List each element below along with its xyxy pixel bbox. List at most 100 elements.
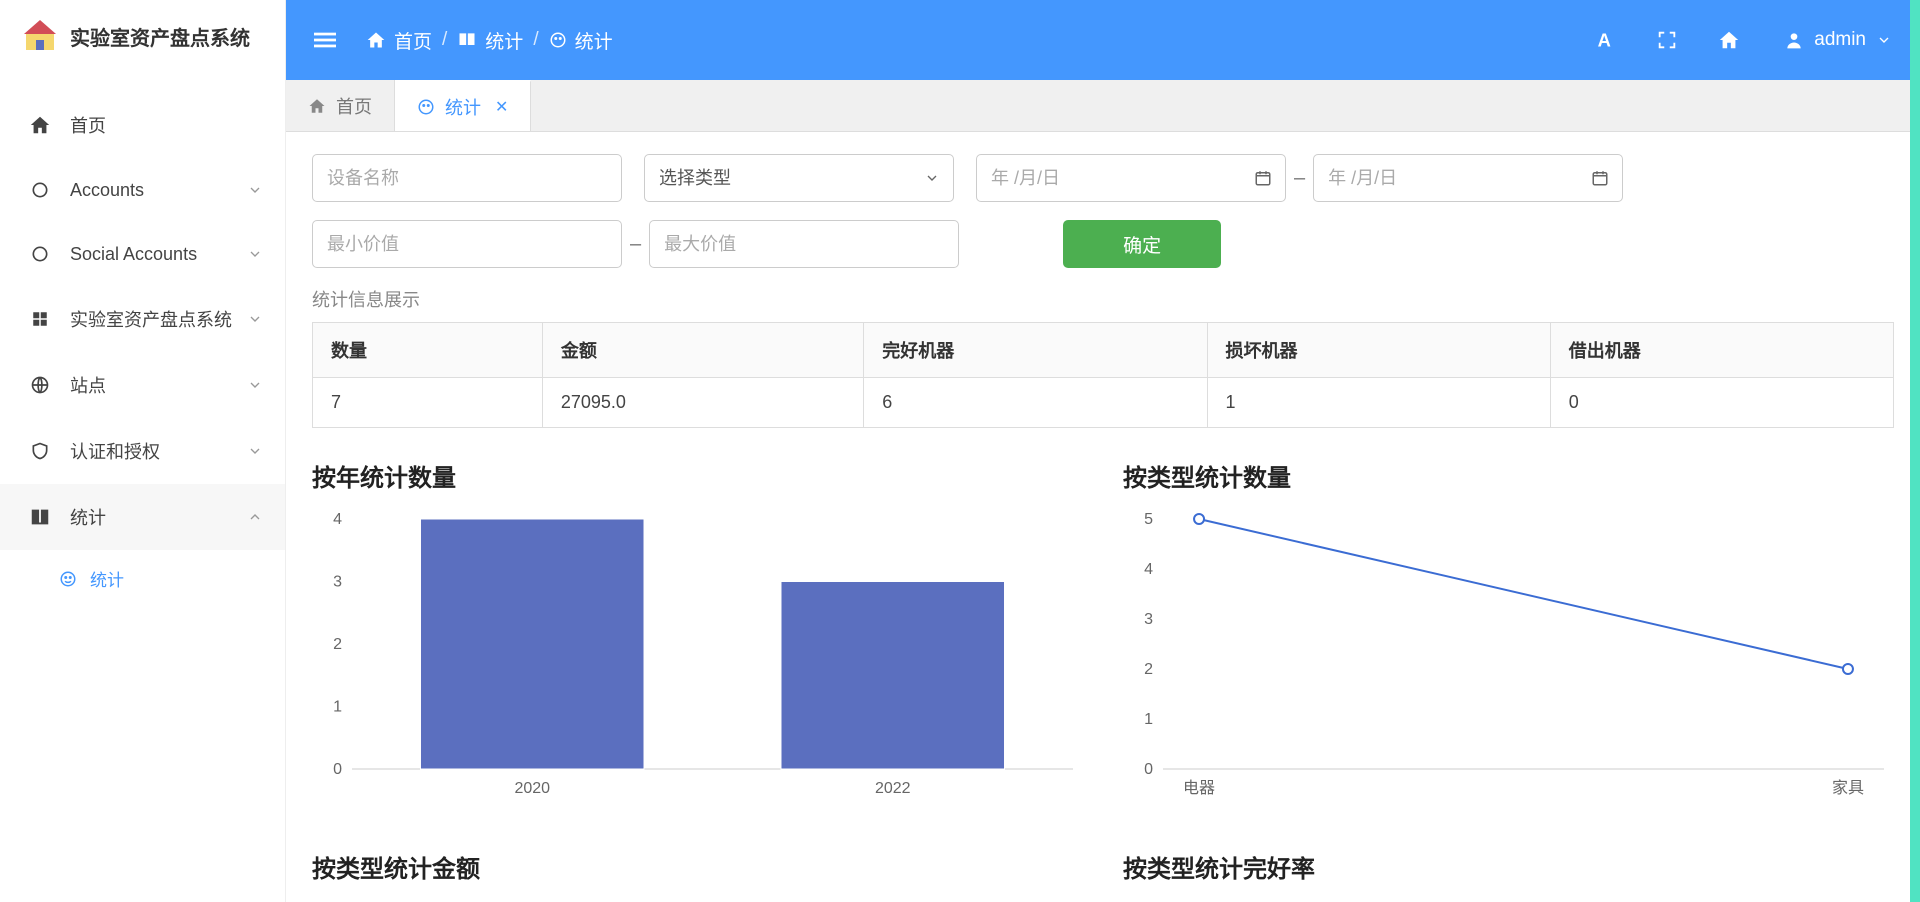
sidebar-item-auth[interactable]: 认证和授权 xyxy=(0,418,285,484)
sidebar-item-accounts[interactable]: Accounts xyxy=(0,158,285,222)
filter-row-2: – 确定 xyxy=(312,220,1894,268)
breadcrumb-group[interactable]: 统计 xyxy=(457,27,523,54)
chart-canvas: 012345电器家具 xyxy=(1123,509,1894,809)
breadcrumb-sep: / xyxy=(442,29,447,51)
svg-text:电器: 电器 xyxy=(1183,779,1215,797)
range-dash: – xyxy=(630,233,641,256)
app-logo-icon xyxy=(22,18,58,54)
chevron-down-icon xyxy=(1876,32,1892,48)
range-dash: – xyxy=(1294,167,1305,190)
date-to-input[interactable] xyxy=(1313,154,1623,202)
globe-icon xyxy=(28,373,52,397)
sidebar-item-label: Social Accounts xyxy=(70,244,197,265)
main-area: 首页 / 统计 / 统计 A xyxy=(286,0,1920,902)
submit-button[interactable]: 确定 xyxy=(1063,220,1221,268)
svg-text:1: 1 xyxy=(333,699,342,716)
svg-text:2020: 2020 xyxy=(514,780,550,797)
sidebar-item-label: 首页 xyxy=(70,112,106,138)
chevron-down-icon xyxy=(247,182,263,198)
sidebar-subitem-statistics[interactable]: 统计 xyxy=(0,550,285,607)
chart-by-year-qty: 按年统计数量 0123420202022 xyxy=(312,458,1083,809)
menu-toggle-icon[interactable] xyxy=(314,29,336,51)
type-select[interactable]: 选择类型 xyxy=(644,154,954,202)
chevron-down-icon xyxy=(247,311,263,327)
chart-title: 按类型统计完好率 xyxy=(1123,849,1894,884)
home-icon xyxy=(308,97,326,115)
td: 1 xyxy=(1207,378,1550,428)
chevron-down-icon xyxy=(247,443,263,459)
sidebar: 实验室资产盘点系统 首页 Accounts xyxy=(0,0,286,902)
svg-text:0: 0 xyxy=(333,761,342,778)
device-name-input[interactable] xyxy=(312,154,622,202)
face-icon xyxy=(58,569,78,589)
fullscreen-icon[interactable] xyxy=(1656,29,1678,51)
sidebar-item-social-accounts[interactable]: Social Accounts xyxy=(0,222,285,286)
sidebar-item-statistics[interactable]: 统计 xyxy=(0,484,285,550)
chevron-down-icon xyxy=(247,246,263,262)
logo-area: 实验室资产盘点系统 xyxy=(0,0,285,72)
breadcrumb: 首页 / 统计 / 统计 xyxy=(366,27,613,54)
content: 选择类型 – xyxy=(286,132,1920,902)
sidebar-item-lab-assets[interactable]: 实验室资产盘点系统 xyxy=(0,286,285,352)
svg-text:0: 0 xyxy=(1144,761,1153,778)
sidebar-item-label: 实验室资产盘点系统 xyxy=(70,306,232,332)
sidebar-item-label: Accounts xyxy=(70,180,144,201)
home-icon xyxy=(28,113,52,137)
section-label: 统计信息展示 xyxy=(312,286,1894,312)
sidebar-item-label: 站点 xyxy=(70,372,106,398)
sidebar-item-home[interactable]: 首页 xyxy=(0,92,285,158)
svg-text:4: 4 xyxy=(333,511,342,528)
right-accent-strip xyxy=(1910,0,1920,902)
summary-table: 数量 金额 完好机器 损坏机器 借出机器 7 27095.0 6 1 0 xyxy=(312,322,1894,428)
home-icon[interactable] xyxy=(1718,29,1740,51)
min-value-input[interactable] xyxy=(312,220,622,268)
date-from-input[interactable] xyxy=(976,154,1286,202)
th: 完好机器 xyxy=(864,323,1207,378)
tab-statistics[interactable]: 统计 ✕ xyxy=(395,80,531,131)
book-icon xyxy=(28,505,52,529)
th: 损坏机器 xyxy=(1207,323,1550,378)
th: 数量 xyxy=(313,323,543,378)
face-icon xyxy=(417,98,435,116)
tab-close-icon[interactable]: ✕ xyxy=(495,97,508,117)
sidebar-item-label: 认证和授权 xyxy=(70,438,160,464)
user-menu[interactable]: admin xyxy=(1784,29,1892,51)
circle-icon xyxy=(28,242,52,266)
sidebar-subitem-label: 统计 xyxy=(90,566,124,591)
topbar: 首页 / 统计 / 统计 A xyxy=(286,0,1920,80)
app-title: 实验室资产盘点系统 xyxy=(70,22,250,51)
sidebar-menu: 首页 Accounts Social Accounts xyxy=(0,72,285,902)
shield-icon xyxy=(28,439,52,463)
th: 借出机器 xyxy=(1550,323,1893,378)
svg-text:2: 2 xyxy=(333,636,342,653)
tab-home[interactable]: 首页 xyxy=(286,80,395,131)
chart-by-type-qty: 按类型统计数量 012345电器家具 xyxy=(1123,458,1894,809)
content-tabs: 首页 统计 ✕ xyxy=(286,80,1920,132)
td: 7 xyxy=(313,378,543,428)
sidebar-item-sites[interactable]: 站点 xyxy=(0,352,285,418)
svg-text:1: 1 xyxy=(1144,711,1153,728)
sidebar-item-label: 统计 xyxy=(70,504,106,530)
grid-icon xyxy=(28,307,52,331)
sidebar-submenu-statistics: 统计 xyxy=(0,550,285,607)
breadcrumb-sep: / xyxy=(533,29,538,51)
user-icon xyxy=(1784,30,1804,50)
svg-text:4: 4 xyxy=(1144,561,1153,578)
breadcrumb-page[interactable]: 统计 xyxy=(549,27,613,54)
td: 0 xyxy=(1550,378,1893,428)
breadcrumb-home[interactable]: 首页 xyxy=(366,27,432,54)
chevron-up-icon xyxy=(247,509,263,525)
chevron-down-icon xyxy=(247,377,263,393)
th: 金额 xyxy=(542,323,863,378)
chart-by-type-good: 按类型统计完好率 xyxy=(1123,849,1894,900)
chart-title: 按类型统计金额 xyxy=(312,849,1083,884)
max-value-input[interactable] xyxy=(649,220,959,268)
svg-text:家具: 家具 xyxy=(1832,779,1864,797)
tab-label: 统计 xyxy=(445,94,481,120)
charts-grid: 按年统计数量 0123420202022 按类型统计数量 012345电器家具 … xyxy=(312,458,1894,900)
chart-canvas: 0123420202022 xyxy=(312,509,1083,809)
svg-text:5: 5 xyxy=(1144,511,1153,528)
tab-label: 首页 xyxy=(336,93,372,119)
td: 27095.0 xyxy=(542,378,863,428)
font-size-icon[interactable]: A xyxy=(1594,29,1616,51)
